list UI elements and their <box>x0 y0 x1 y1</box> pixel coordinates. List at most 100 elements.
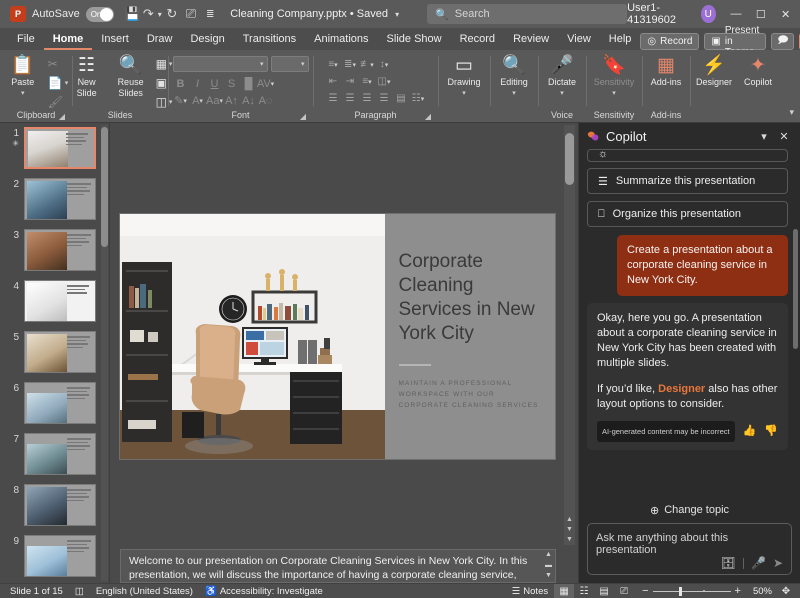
paragraph-dialog-launcher[interactable]: ◢ <box>425 112 431 121</box>
slide-sorter-icon[interactable]: ☷ <box>574 584 594 598</box>
undo-icon[interactable]: ↷ ▾ <box>143 3 162 25</box>
notes-scroll-down-icon[interactable]: ▼ <box>545 572 552 579</box>
current-slide[interactable]: Corporate Cleaning Services in New York … <box>119 213 555 459</box>
new-slide-button[interactable]: ☷ New Slide <box>66 53 108 99</box>
designer-button[interactable]: ⚡ Designer <box>693 53 735 88</box>
restore-icon[interactable]: ☐ <box>748 1 773 27</box>
microphone-icon[interactable]: 🎤 <box>751 556 766 570</box>
list-level-button[interactable]: ≢ ▾ <box>359 57 376 72</box>
slide-text-block[interactable]: Corporate Cleaning Services in New York … <box>385 214 555 459</box>
zoom-track[interactable] <box>652 586 731 596</box>
copilot-input-box[interactable]: Ask me anything about this presentation … <box>587 523 792 575</box>
record-button[interactable]: ◎ Record <box>640 33 700 50</box>
customize-quick-access-icon[interactable]: ≣ <box>201 3 219 25</box>
slide-thumbnail-8[interactable]: 8 <box>0 484 109 528</box>
numbering-button[interactable]: ≣ ▾ <box>342 57 359 72</box>
accessibility-status[interactable]: ♿ Accessibility: Investigate <box>199 586 329 597</box>
tab-help[interactable]: Help <box>600 31 641 50</box>
tab-view[interactable]: View <box>558 31 600 50</box>
slide-thumbnail-panel[interactable]: 1 ✳ 2 3 4 5 6 7 8 9 <box>0 123 110 583</box>
save-icon[interactable]: 💾 <box>124 3 142 25</box>
comments-icon[interactable]: 🗩 <box>771 33 795 50</box>
align-left-button[interactable]: ☰ <box>325 91 342 106</box>
copilot-scrollbar[interactable] <box>793 153 798 407</box>
attach-slide-icon[interactable]: 🗄 <box>721 556 736 570</box>
italic-button[interactable]: I <box>190 76 206 91</box>
thumbnail-scrollbar[interactable] <box>101 125 108 581</box>
suggestion-partial[interactable]: ☼ <box>587 149 788 162</box>
thumbs-up-icon[interactable]: 👍 <box>743 424 757 439</box>
tab-slide-show[interactable]: Slide Show <box>378 31 451 50</box>
text-direction-button[interactable]: ≡ ▾ <box>359 74 376 89</box>
zoom-level[interactable]: 50% <box>753 586 772 597</box>
notes-toggle[interactable]: ☰ Notes <box>506 586 554 597</box>
slide-thumbnail-2[interactable]: 2 <box>0 178 109 222</box>
text-highlight-button[interactable]: ✎ ▾ <box>173 93 189 108</box>
copilot-button[interactable]: ✦ Copilot <box>737 53 779 88</box>
slide-subtitle[interactable]: MAINTAIN A PROFESSIONAL WORKSPACE WITH O… <box>399 378 544 411</box>
avatar[interactable]: U <box>700 5 716 23</box>
underline-button[interactable]: U <box>207 76 223 91</box>
drawing-button[interactable]: ▭ Drawing ▾ <box>443 53 485 99</box>
copilot-scrollbar-thumb[interactable] <box>793 229 798 350</box>
slide-vertical-scrollbar[interactable]: ▲ ▼ ▼ <box>564 125 575 545</box>
close-icon[interactable]: ✕ <box>773 1 798 27</box>
notes-scroll-up-icon[interactable]: ▲ <box>545 551 552 558</box>
increase-font-size-button[interactable]: A↑ <box>224 93 240 108</box>
font-dialog-launcher[interactable]: ◢ <box>300 112 306 121</box>
justify-button[interactable]: ☰ <box>376 91 393 106</box>
thumbnail-scrollbar-thumb[interactable] <box>101 127 108 247</box>
slide-thumbnail-9[interactable]: 9 <box>0 535 109 579</box>
bold-button[interactable]: B <box>173 76 189 91</box>
chevron-down-icon[interactable]: ▾ <box>754 126 774 146</box>
document-title[interactable]: Cleaning Company.pptx • Saved ▾ <box>230 8 399 20</box>
zoom-slider[interactable]: − + <box>638 585 745 597</box>
line-spacing-button[interactable]: ↕ ▾ <box>376 57 393 72</box>
scroll-down-icon[interactable]: ▼ <box>565 536 574 543</box>
chevron-down-icon[interactable]: ▾ <box>395 10 399 19</box>
slide-canvas[interactable]: Corporate Cleaning Services in New York … <box>110 123 578 547</box>
slide-thumbnail-1[interactable]: 1 ✳ <box>0 127 109 171</box>
chevron-down-icon[interactable]: ▾ <box>21 88 25 99</box>
fit-slide-icon[interactable]: ✥ <box>776 584 796 598</box>
convert-smartart-button[interactable]: ☷ ▾ <box>410 91 427 106</box>
zoom-knob[interactable] <box>678 586 682 596</box>
tab-design[interactable]: Design <box>181 31 233 50</box>
minimize-icon[interactable]: — <box>724 1 749 27</box>
increase-indent-button[interactable]: ⇥ <box>342 74 359 89</box>
strikethrough-button[interactable]: S <box>224 76 240 91</box>
redo-icon[interactable]: ↻ <box>163 3 181 25</box>
slide-thumbnail-7[interactable]: 7 <box>0 433 109 477</box>
align-right-button[interactable]: ☰ <box>359 91 376 106</box>
close-icon[interactable]: ✕ <box>774 126 794 146</box>
tab-animations[interactable]: Animations <box>305 31 377 50</box>
chevron-down-icon[interactable]: ▾ <box>560 88 564 99</box>
slide-counter[interactable]: Slide 1 of 15 <box>4 586 69 597</box>
text-shadow-button[interactable]: █ <box>241 76 257 91</box>
chevron-down-icon[interactable]: ▾ <box>612 88 616 99</box>
reuse-slides-button[interactable]: 🔍 Reuse Slides <box>110 53 152 99</box>
copilot-conversation[interactable]: ☼ ☰ Summarize this presentation ⎕ Organi… <box>587 149 792 497</box>
align-center-button[interactable]: ☰ <box>342 91 359 106</box>
notes-scrollbar[interactable]: ▲ ▬ ▼ <box>544 551 553 579</box>
columns-button[interactable]: ◫ ▾ <box>376 74 393 89</box>
add-ins-button[interactable]: ▦ Add-ins <box>645 53 687 88</box>
tab-draw[interactable]: Draw <box>138 31 182 50</box>
clipboard-dialog-launcher[interactable]: ◢ <box>59 112 65 121</box>
start-presentation-icon[interactable]: ⎚ <box>182 3 200 25</box>
slide-thumbnail-3[interactable]: 3 <box>0 229 109 273</box>
decrease-indent-button[interactable]: ⇤ <box>325 74 342 89</box>
slideshow-view-icon[interactable]: ⎚ <box>614 584 634 598</box>
character-spacing-button[interactable]: AV ▾ <box>257 76 274 91</box>
tab-home[interactable]: Home <box>43 31 93 50</box>
zoom-out-button[interactable]: − <box>638 585 652 597</box>
slide-thumbnail-4[interactable]: 4 <box>0 280 109 324</box>
suggestion-summarize[interactable]: ☰ Summarize this presentation <box>587 168 788 194</box>
notes-scroll-thumb[interactable]: ▬ <box>545 562 552 569</box>
thumbs-down-icon[interactable]: 👎 <box>764 424 778 439</box>
slide-thumbnail-5[interactable]: 5 <box>0 331 109 375</box>
clear-formatting-button[interactable]: A◌ <box>258 93 274 108</box>
change-topic-button[interactable]: ⊕ Change topic <box>579 497 800 523</box>
notes-pane[interactable]: Welcome to our presentation on Corporate… <box>110 547 578 583</box>
previous-slide-icon[interactable]: ▲ <box>565 516 574 523</box>
